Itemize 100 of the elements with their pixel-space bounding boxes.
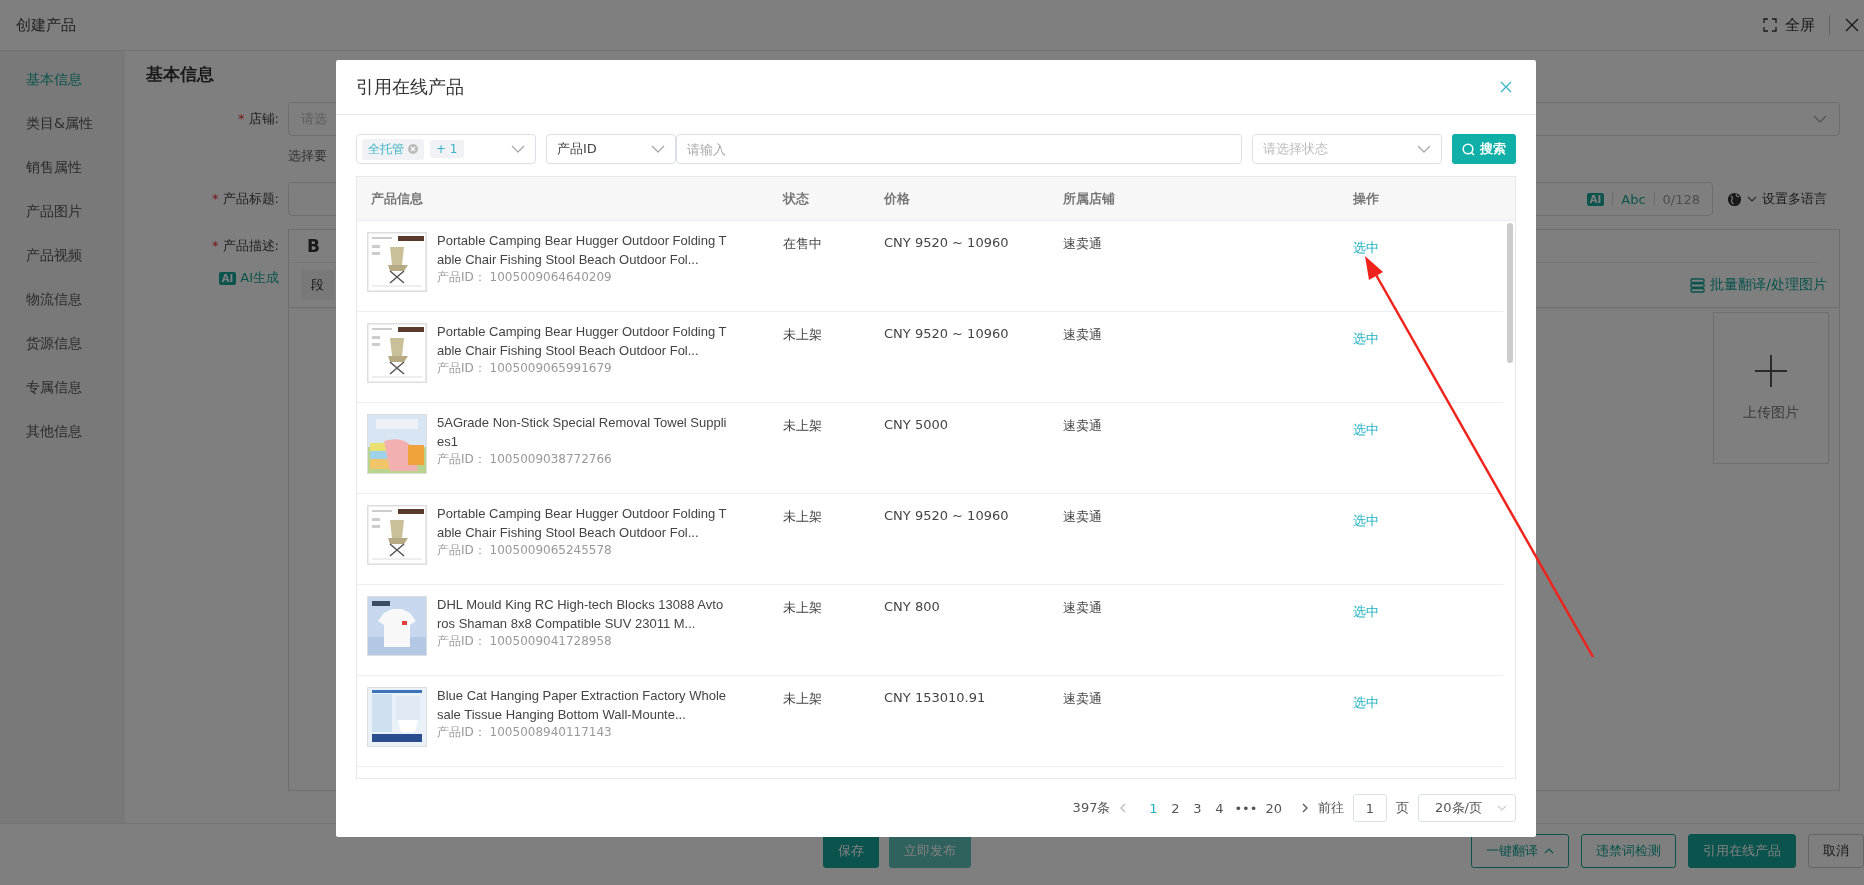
caret-icon (1544, 848, 1554, 854)
search-button[interactable]: 搜索 (1452, 134, 1516, 164)
goto-label: 前往 (1318, 799, 1344, 817)
page-number[interactable]: 2 (1166, 800, 1185, 816)
status-cell-text: 未上架 (782, 690, 823, 708)
footer-button[interactable]: 取消 (1808, 834, 1864, 868)
page-unit: 页 (1396, 799, 1409, 817)
store-type-select[interactable]: 全托管 + 1 (356, 134, 536, 164)
sidebar-item[interactable]: 类目&属性 (0, 101, 125, 145)
globe-icon[interactable] (1727, 191, 1742, 207)
price-cell-text: CNY 9520 ~ 10960 (883, 325, 1010, 343)
required-mark: * (212, 238, 219, 253)
column-header: 产品信息 (371, 189, 424, 208)
shop-cell-text: 速卖通 (1062, 690, 1103, 708)
select-link[interactable]: 选中 (1353, 695, 1379, 710)
paragraph-select[interactable]: 段 (301, 270, 334, 300)
select-link[interactable]: 选中 (1353, 422, 1379, 437)
product-id: 产品ID： 1005009038772766 (437, 451, 613, 467)
page-size-select[interactable]: 20条/页 (1418, 794, 1516, 822)
shop-cell-text: 速卖通 (1062, 326, 1103, 344)
chevron-icon (511, 145, 525, 153)
status-cell-text: 未上架 (782, 599, 823, 617)
product-title: 5AGrade Non-Stick Special Removal Towel Supplies1 (437, 414, 727, 451)
scrollbar[interactable] (1507, 223, 1513, 363)
status-cell-text: 在售中 (782, 235, 823, 253)
footer-button[interactable]: 违禁词检测 (1581, 834, 1676, 868)
product-title: Portable Camping Bear Hugger Outdoor Folding Table Chair Fishing Stool Beach Outdoor Fol... (437, 505, 727, 542)
close-icon[interactable] (1500, 81, 1512, 93)
product-title: DHL Mould King RC High-tech Blocks 13088 Avtoros Shaman 8x8 Compatible SUV 23011 M... (437, 596, 725, 633)
field-label: 产品描述: (222, 238, 279, 253)
select-link[interactable]: 选中 (1353, 513, 1379, 528)
page-input[interactable]: 1 (1353, 794, 1387, 822)
section-heading: 基本信息 (146, 63, 214, 86)
prev-page-icon[interactable] (1119, 803, 1128, 813)
sidebar-item[interactable]: 销售属性 (0, 145, 125, 189)
field-label: 产品标题: (222, 191, 279, 206)
product-title: Portable Camping Bear Hugger Outdoor Folding Table Chair Fishing Stool Beach Outdoor Fol... (437, 232, 727, 269)
batch-translate-link[interactable]: 批量翻译/处理图片 (1710, 276, 1827, 294)
search-icon (1462, 142, 1475, 156)
multilang-link[interactable]: 设置多语言 (1762, 190, 1827, 208)
more-tag: + 1 (430, 140, 464, 158)
hint-text: 选择要 (288, 147, 327, 165)
footer-button[interactable]: 一键翻译 (1471, 834, 1569, 868)
status-cell-text: 未上架 (782, 508, 823, 526)
sidebar-item[interactable]: 专属信息 (0, 365, 125, 409)
status-select[interactable]: 请选择状态 (1252, 134, 1442, 164)
filter-tag: 全托管 (362, 138, 424, 160)
sidebar-item[interactable]: 货源信息 (0, 321, 125, 365)
clear-icon[interactable] (408, 144, 418, 154)
column-header: 所属店铺 (1063, 189, 1116, 208)
status-cell-text: 未上架 (782, 326, 823, 344)
page-number[interactable]: 20 (1263, 800, 1284, 816)
page-number[interactable]: 4 (1210, 800, 1229, 816)
column-header: 状态 (783, 189, 810, 208)
sidebar-item[interactable]: 基本信息 (0, 57, 125, 101)
fullscreen-icon[interactable] (1763, 18, 1777, 32)
required-mark: * (238, 111, 245, 126)
required-mark: * (212, 191, 219, 206)
next-page-icon[interactable] (1301, 803, 1309, 813)
ellipsis[interactable]: ••• (1232, 800, 1260, 816)
product-title: Portable Camping Bear Hugger Outdoor Folding Table Chair Fishing Stool Beach Outdoor Fol... (437, 323, 727, 360)
ai-badge: AI (218, 271, 237, 285)
sidebar-item[interactable]: 其他信息 (0, 409, 125, 453)
caret-icon[interactable] (1747, 196, 1757, 202)
close-icon[interactable] (1844, 17, 1860, 33)
image-stack-icon[interactable] (1690, 277, 1706, 293)
chevron-icon (1813, 115, 1827, 123)
price-cell-text: CNY 5000 (883, 416, 949, 434)
status-cell-text: 未上架 (782, 417, 823, 435)
bold-button[interactable]: B (307, 236, 320, 256)
shop-cell-text: 速卖通 (1062, 235, 1103, 253)
product-id: 产品ID： 1005008940117143 (437, 724, 613, 740)
select-link[interactable]: 选中 (1353, 240, 1379, 255)
column-header: 价格 (884, 189, 911, 208)
product-title: Blue Cat Hanging Paper Extraction Factory Wholesale Tissue Hanging Bottom Wall-Mounte... (437, 687, 727, 724)
sidebar-item[interactable]: 产品视频 (0, 233, 125, 277)
footer-button[interactable]: 引用在线产品 (1688, 834, 1796, 868)
price-cell-text: CNY 153010.91 (883, 689, 987, 707)
ai-generate-link[interactable]: AI生成 (240, 269, 279, 287)
fullscreen-link[interactable]: 全屏 (1785, 15, 1815, 35)
chevron-icon (651, 145, 665, 153)
sidebar-item[interactable]: 产品图片 (0, 189, 125, 233)
abc-button[interactable]: Abc (1621, 191, 1646, 207)
page-number[interactable]: 1 (1144, 800, 1163, 816)
sidebar-item[interactable]: 物流信息 (0, 277, 125, 321)
search-field[interactable]: 请输入 (676, 134, 1242, 164)
price-cell-text: CNY 800 (883, 598, 941, 616)
field-label: 店铺: (248, 111, 279, 126)
product-id: 产品ID： 1005009064640209 (437, 269, 613, 285)
select-link[interactable]: 选中 (1353, 604, 1379, 619)
select-link[interactable]: 选中 (1353, 331, 1379, 346)
product-id: 产品ID： 1005009065991679 (437, 360, 613, 376)
shop-cell-text: 速卖通 (1062, 599, 1103, 617)
ai-badge[interactable]: AI (1586, 192, 1605, 206)
shop-cell-text: 速卖通 (1062, 417, 1103, 435)
total-count: 397条 (1072, 799, 1111, 817)
page-number[interactable]: 3 (1188, 800, 1207, 816)
product-id: 产品ID： 1005009065245578 (437, 542, 613, 558)
price-cell-text: CNY 9520 ~ 10960 (883, 507, 1010, 525)
id-type-select[interactable]: 产品ID (546, 134, 676, 164)
